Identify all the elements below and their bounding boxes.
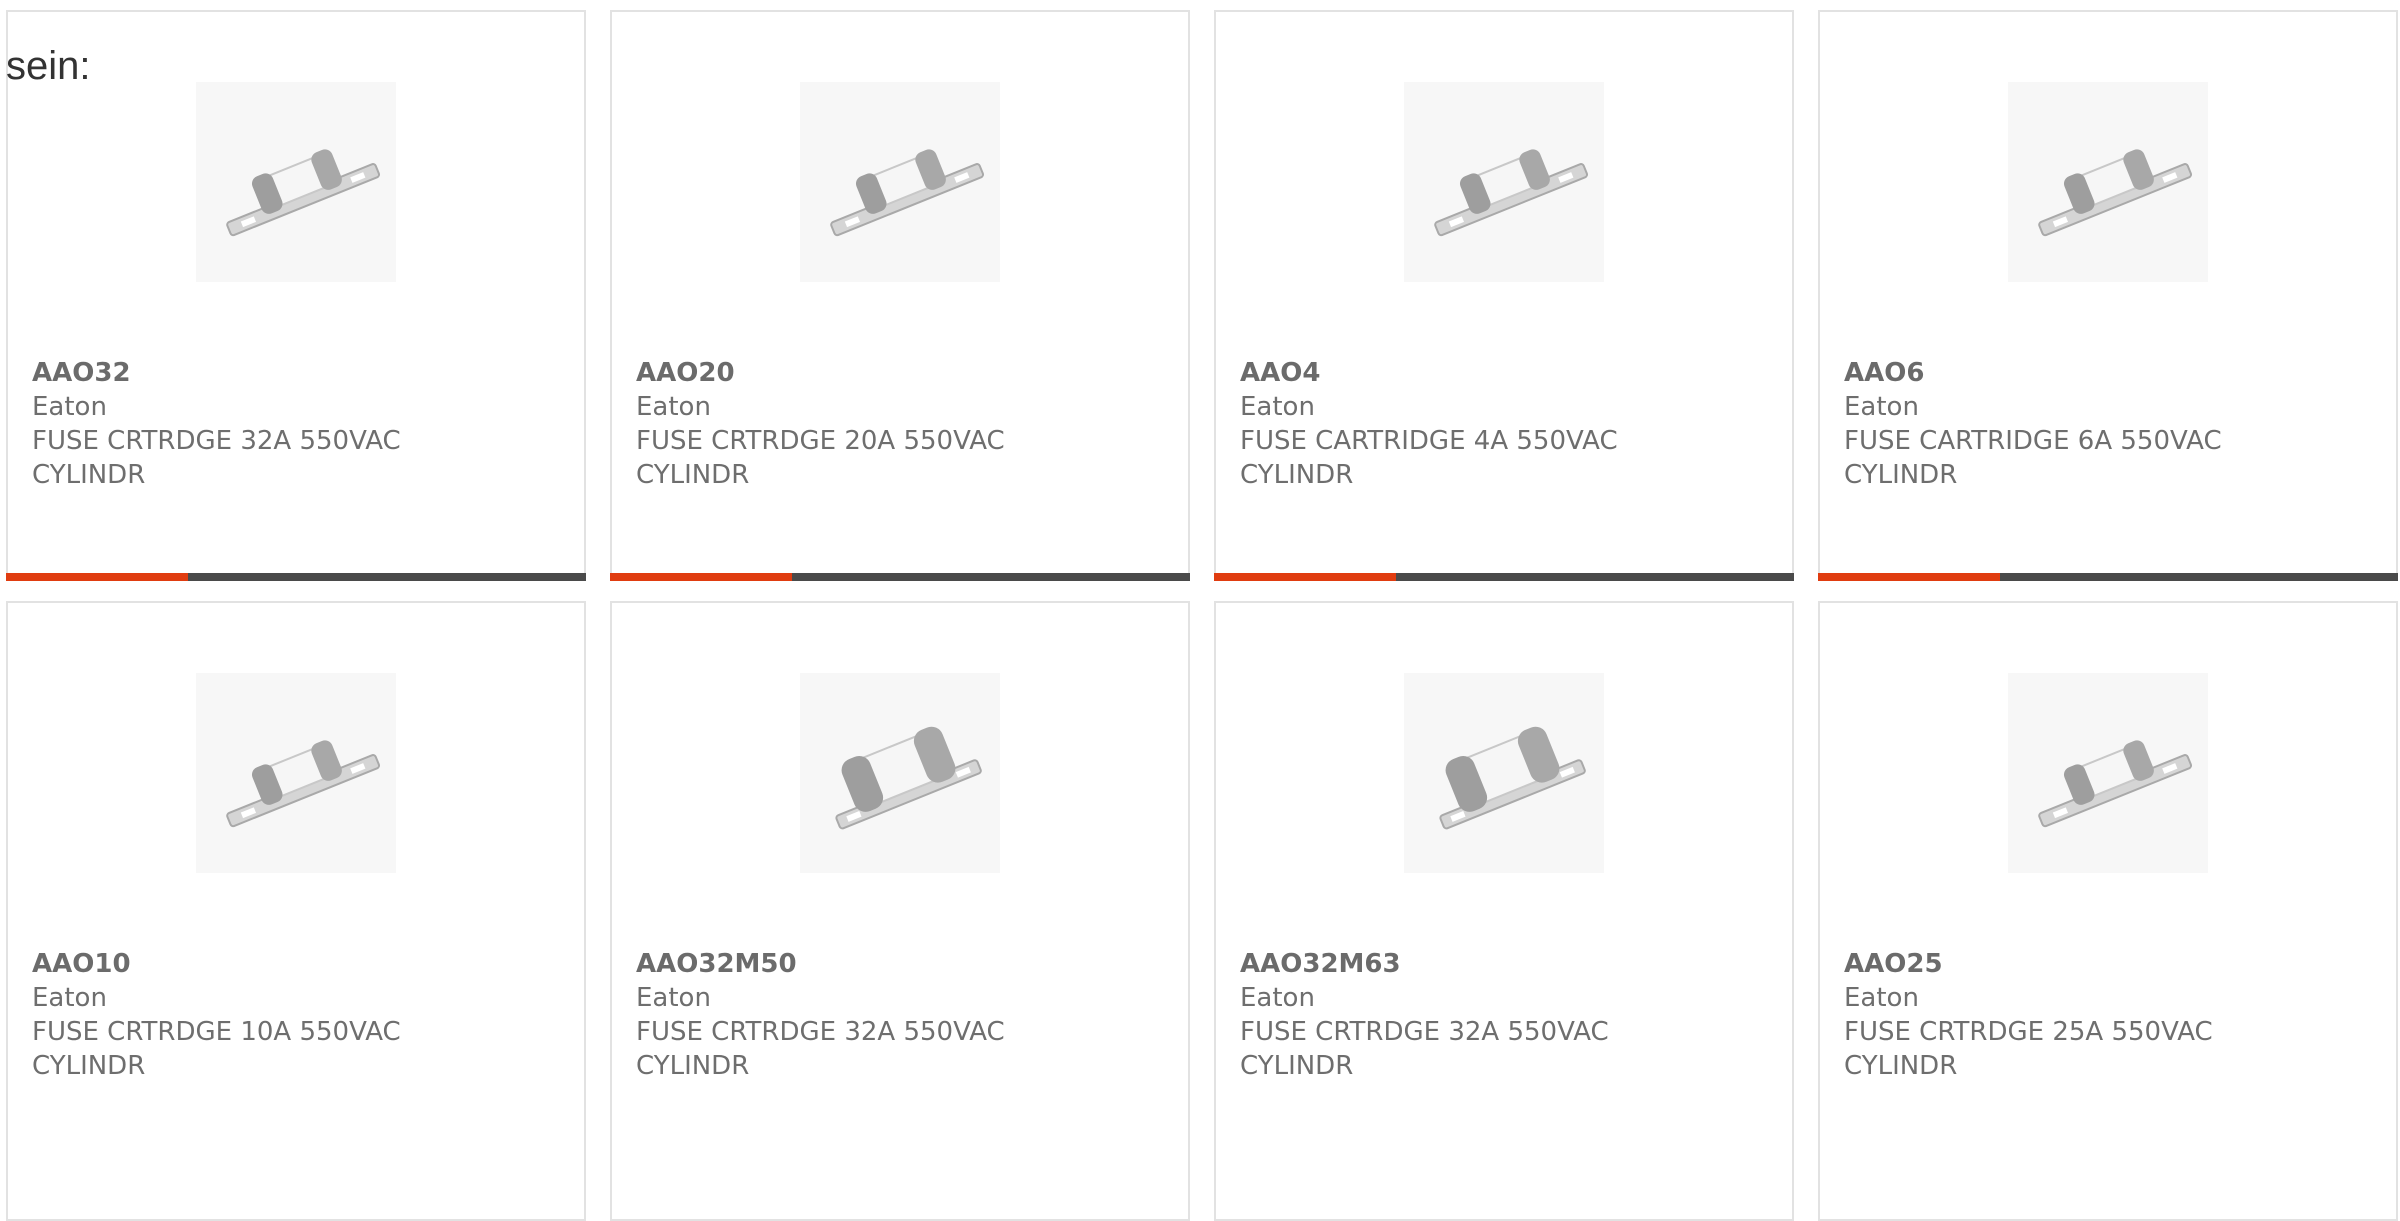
product-image[interactable] xyxy=(1404,673,1604,873)
product-description: FUSE CRTRDGE 20A 550VAC CYLINDR xyxy=(636,426,1005,490)
product-description: FUSE CARTRIDGE 4A 550VAC CYLINDR xyxy=(1240,426,1618,490)
product-card[interactable]: AAO6 Eaton FUSE CARTRIDGE 6A 550VAC CYLI… xyxy=(1818,10,2398,581)
product-info: AAO32M63 Eaton FUSE CRTRDGE 32A 550VAC C… xyxy=(1240,947,1768,1083)
product-image[interactable] xyxy=(800,82,1000,282)
product-info: AAO32M50 Eaton FUSE CRTRDGE 32A 550VAC C… xyxy=(636,947,1164,1083)
product-info: AAO25 Eaton FUSE CRTRDGE 25A 550VAC CYLI… xyxy=(1844,947,2372,1083)
part-number[interactable]: AAO4 xyxy=(1240,356,1768,390)
product-info: AAO4 Eaton FUSE CARTRIDGE 4A 550VAC CYLI… xyxy=(1240,356,1768,492)
part-number[interactable]: AAO32M50 xyxy=(636,947,1164,981)
manufacturer: Eaton xyxy=(1844,392,1919,422)
product-description: FUSE CRTRDGE 32A 550VAC CYLINDR xyxy=(1240,1017,1609,1081)
product-info: AAO20 Eaton FUSE CRTRDGE 20A 550VAC CYLI… xyxy=(636,356,1164,492)
product-description: FUSE CRTRDGE 25A 550VAC CYLINDR xyxy=(1844,1017,2213,1081)
cylindrical-fuse-icon xyxy=(226,149,381,237)
product-image[interactable] xyxy=(2008,673,2208,873)
cylindrical-fuse-icon xyxy=(830,149,985,237)
product-info: AAO10 Eaton FUSE CRTRDGE 10A 550VAC CYLI… xyxy=(32,947,560,1083)
cylindrical-fuse-icon xyxy=(1439,726,1586,830)
part-number[interactable]: AAO32 xyxy=(32,356,560,390)
manufacturer: Eaton xyxy=(32,983,107,1013)
product-description: FUSE CRTRDGE 10A 550VAC CYLINDR xyxy=(32,1017,401,1081)
cylindrical-fuse-icon xyxy=(835,726,982,830)
part-number[interactable]: AAO25 xyxy=(1844,947,2372,981)
product-description: FUSE CRTRDGE 32A 550VAC CYLINDR xyxy=(32,426,401,490)
card-accent-highlight xyxy=(610,573,792,581)
product-image[interactable] xyxy=(196,673,396,873)
card-accent-highlight xyxy=(1214,573,1396,581)
product-image[interactable] xyxy=(800,673,1000,873)
manufacturer: Eaton xyxy=(1844,983,1919,1013)
part-number[interactable]: AAO32M63 xyxy=(1240,947,1768,981)
card-accent-highlight xyxy=(6,573,188,581)
manufacturer: Eaton xyxy=(636,392,711,422)
part-number[interactable]: AAO10 xyxy=(32,947,560,981)
product-info: AAO32 Eaton FUSE CRTRDGE 32A 550VAC CYLI… xyxy=(32,356,560,492)
card-accent-bar xyxy=(6,573,586,581)
manufacturer: Eaton xyxy=(32,392,107,422)
product-grid: AAO32 Eaton FUSE CRTRDGE 32A 550VAC CYLI… xyxy=(6,10,2400,1221)
product-description: FUSE CARTRIDGE 6A 550VAC CYLINDR xyxy=(1844,426,2222,490)
part-number[interactable]: AAO6 xyxy=(1844,356,2372,390)
cylindrical-fuse-icon xyxy=(226,740,381,828)
product-image[interactable] xyxy=(2008,82,2208,282)
cylindrical-fuse-icon xyxy=(1434,149,1589,237)
product-image[interactable] xyxy=(1404,82,1604,282)
cylindrical-fuse-icon xyxy=(2038,740,2193,828)
product-card[interactable]: AAO32M63 Eaton FUSE CRTRDGE 32A 550VAC C… xyxy=(1214,601,1794,1221)
manufacturer: Eaton xyxy=(1240,392,1315,422)
product-card[interactable]: AAO25 Eaton FUSE CRTRDGE 25A 550VAC CYLI… xyxy=(1818,601,2398,1221)
product-card[interactable]: AAO4 Eaton FUSE CARTRIDGE 4A 550VAC CYLI… xyxy=(1214,10,1794,581)
card-accent-bar xyxy=(1214,573,1794,581)
part-number[interactable]: AAO20 xyxy=(636,356,1164,390)
product-image[interactable] xyxy=(196,82,396,282)
card-accent-highlight xyxy=(1818,573,2000,581)
card-accent-bar xyxy=(610,573,1190,581)
product-card[interactable]: AAO32 Eaton FUSE CRTRDGE 32A 550VAC CYLI… xyxy=(6,10,586,581)
card-accent-bar xyxy=(1818,573,2398,581)
manufacturer: Eaton xyxy=(1240,983,1315,1013)
cylindrical-fuse-icon xyxy=(2038,149,2193,237)
intro-text: sein: xyxy=(6,44,91,88)
product-description: FUSE CRTRDGE 32A 550VAC CYLINDR xyxy=(636,1017,1005,1081)
product-card[interactable]: AAO10 Eaton FUSE CRTRDGE 10A 550VAC CYLI… xyxy=(6,601,586,1221)
manufacturer: Eaton xyxy=(636,983,711,1013)
product-card[interactable]: AAO32M50 Eaton FUSE CRTRDGE 32A 550VAC C… xyxy=(610,601,1190,1221)
product-card[interactable]: AAO20 Eaton FUSE CRTRDGE 20A 550VAC CYLI… xyxy=(610,10,1190,581)
product-info: AAO6 Eaton FUSE CARTRIDGE 6A 550VAC CYLI… xyxy=(1844,356,2372,492)
